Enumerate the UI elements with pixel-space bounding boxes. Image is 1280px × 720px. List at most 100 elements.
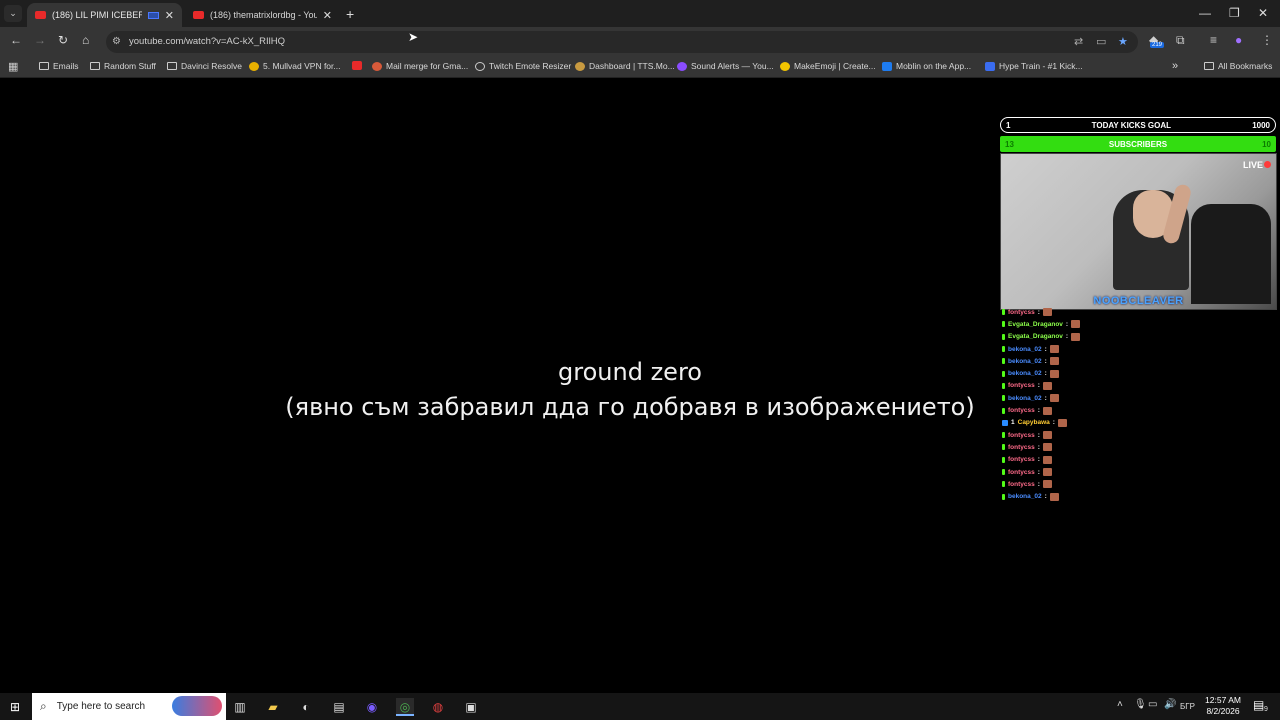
windows-start-icon[interactable]: ⊞ <box>10 700 20 714</box>
browser-menu-icon[interactable]: ⋮ <box>1261 33 1273 47</box>
taskbar-search[interactable]: ⌕ Type here to search <box>32 693 226 720</box>
chat-username: fontycss <box>1008 456 1035 464</box>
youtube-icon <box>193 11 204 19</box>
chat-badge-text: 1 <box>1011 419 1015 427</box>
chat-badge-icon <box>1002 346 1005 353</box>
app-icon[interactable]: ◐ <box>297 698 315 716</box>
chat-badge-icon <box>1002 469 1005 475</box>
extension-badge: 219 <box>1150 42 1165 48</box>
chat-separator: : <box>1052 419 1055 427</box>
chat-username: fontycss <box>1008 468 1035 476</box>
chat-message: bekona_02: <box>1002 355 1272 367</box>
bookmark-moblin[interactable]: Moblin on the App... <box>882 61 971 71</box>
tab-lil-pimi-iceberg[interactable]: (186) LIL PIMI ICEBERG - Yo ✕ <box>27 3 182 27</box>
bookmark-youtube[interactable] <box>352 61 362 70</box>
address-bar[interactable]: ⚙ youtube.com/watch?v=AC-kX_RIlHQ ⇄ ▭ ★ <box>106 31 1138 53</box>
back-button[interactable]: ← <box>10 33 22 47</box>
microphone-icon[interactable]: 🎙 <box>1134 699 1147 710</box>
chrome-icon[interactable]: ◎ <box>396 698 414 716</box>
minimize-button[interactable]: — <box>1199 6 1211 20</box>
all-bookmarks-button[interactable]: All Bookmarks <box>1204 61 1272 71</box>
kicks-current: 1 <box>1006 120 1011 130</box>
chat-username: Evgata_Draganov <box>1008 320 1063 328</box>
chat-separator: : <box>1044 493 1047 501</box>
folder-icon <box>167 62 177 70</box>
caption-line-2: (явно съм забравил дда го добравя в изоб… <box>285 393 975 421</box>
chat-username: fontycss <box>1008 308 1035 316</box>
show-hidden-icons-icon[interactable]: ˄ <box>1117 699 1123 710</box>
task-view-icon[interactable]: ▥ <box>231 698 249 716</box>
chat-emote-icon <box>1042 381 1052 390</box>
chat-badge-icon <box>1002 321 1005 328</box>
bookmark-mail-merge[interactable]: Mail merge for Gma... <box>372 61 468 71</box>
bookmark-emails[interactable]: Emails <box>39 61 79 71</box>
chat-badge-icon <box>1002 395 1005 402</box>
chat-emote-icon <box>1049 357 1059 366</box>
clock-time: 12:57 AM <box>1205 695 1241 705</box>
language-indicator[interactable]: БГР <box>1180 702 1195 711</box>
media-control-icon[interactable]: ≡ <box>1210 33 1217 47</box>
tab-thematrixlordbg[interactable]: (186) thematrixlordbg - YouTub ✕ <box>185 3 340 27</box>
chat-badge-icon <box>1002 481 1005 488</box>
chat-emote-icon <box>1042 443 1052 452</box>
chat-emote-icon <box>1042 468 1052 476</box>
home-button[interactable]: ⌂ <box>82 33 89 47</box>
bookmark-twitch-emote-resizer[interactable]: Twitch Emote Resizer <box>475 61 571 71</box>
obs-icon[interactable]: ◍ <box>429 698 447 716</box>
close-tab-icon[interactable]: ✕ <box>323 9 332 22</box>
chat-badge-icon <box>1002 382 1005 389</box>
bookmark-label: Sound Alerts — You... <box>691 61 774 71</box>
chat-username: bekona_02 <box>1008 370 1042 378</box>
chat-message: fontycss: <box>1002 466 1272 478</box>
media-playing-icon <box>147 11 159 19</box>
maximize-button[interactable]: ❐ <box>1229 6 1240 20</box>
tab-search-button[interactable]: ⌄ <box>4 5 22 22</box>
discord-icon[interactable]: ◉ <box>363 698 381 716</box>
chat-message: bekona_02: <box>1002 490 1272 502</box>
bookmark-random-stuff[interactable]: Random Stuff <box>90 61 156 71</box>
subscribers-current: 13 <box>1005 139 1014 149</box>
bookmark-hype-train[interactable]: Hype Train - #1 Kick... <box>985 61 1083 71</box>
more-bookmarks-chevron-icon[interactable]: » <box>1172 60 1178 72</box>
taskbar-clock[interactable]: 12:57 AM 8/2/2026 <box>1200 695 1246 717</box>
chat-separator: : <box>1044 345 1047 353</box>
chat-message: Evgata_Draganov: <box>1002 331 1272 343</box>
notification-center-icon[interactable]: ▤ <box>1253 698 1264 712</box>
chat-message: fontycss: <box>1002 478 1272 490</box>
forward-button[interactable]: → <box>34 33 46 47</box>
bookmark-label: All Bookmarks <box>1218 61 1273 71</box>
translate-icon[interactable]: ⇄ <box>1074 35 1083 48</box>
volume-icon[interactable]: 🔊 <box>1164 699 1176 710</box>
reload-button[interactable]: ↻ <box>58 33 68 47</box>
site-info-icon[interactable]: ⚙ <box>112 36 121 47</box>
network-icon[interactable]: ▭ <box>1148 699 1157 710</box>
cast-icon[interactable]: ▭ <box>1096 35 1106 48</box>
apps-grid-icon[interactable]: ▦ <box>8 60 18 73</box>
chat-message: 1 Capybawa: <box>1002 417 1272 429</box>
bookmark-mullvad[interactable]: 5. Mullvad VPN for... <box>249 61 340 71</box>
bookmark-tts-dashboard[interactable]: Dashboard | TTS.Mo... <box>575 61 675 71</box>
chat-separator: : <box>1037 431 1040 439</box>
extensions-puzzle-icon[interactable]: ⧉ <box>1176 33 1185 48</box>
chat-username: fontycss <box>1008 407 1035 415</box>
profile-avatar[interactable]: ● <box>1235 33 1242 47</box>
chat-emote-icon <box>1042 455 1052 464</box>
folder-icon <box>90 62 100 70</box>
chat-badge-icon <box>1002 370 1005 377</box>
bookmark-sound-alerts[interactable]: Sound Alerts — You... <box>677 61 774 71</box>
app-icon[interactable]: ▣ <box>462 698 480 716</box>
close-window-button[interactable]: ✕ <box>1258 6 1268 20</box>
chat-message: fontycss: <box>1002 306 1272 318</box>
chat-badge-icon <box>1002 493 1005 500</box>
chat-username: bekona_02 <box>1008 493 1042 501</box>
live-indicator: LIVE <box>1243 160 1271 170</box>
file-explorer-icon[interactable]: ▰ <box>264 698 282 716</box>
address-url[interactable]: youtube.com/watch?v=AC-kX_RIlHQ <box>129 36 285 47</box>
bookmark-makeemoji[interactable]: MakeEmoji | Create... <box>780 61 876 71</box>
close-tab-icon[interactable]: ✕ <box>165 9 174 22</box>
bookmark-davinci-resolve[interactable]: Davinci Resolve <box>167 61 242 71</box>
bookmark-star-icon[interactable]: ★ <box>1118 35 1128 48</box>
search-placeholder[interactable]: Type here to search <box>57 701 145 712</box>
new-tab-button[interactable]: + <box>346 6 354 22</box>
app-icon[interactable]: ▤ <box>330 698 348 716</box>
